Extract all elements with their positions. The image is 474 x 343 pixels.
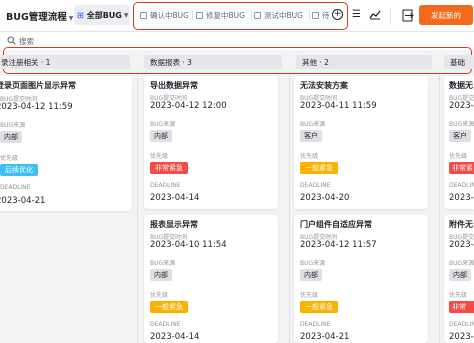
- bug-card[interactable]: 登录页面图片显示异常 BUG提交时间 2023-04-12 11:59 BUG来…: [0, 76, 132, 211]
- field-label: DEADLINE: [449, 321, 474, 328]
- bug-card[interactable]: 门户组件自适应异常 BUG提交时间 2023-04-12 11:57 BUG来源…: [294, 215, 428, 343]
- source-tag: 客户: [449, 130, 471, 142]
- column-header-login[interactable]: 录注册相关 · 1: [0, 55, 130, 69]
- priority-tag: 一般紧急: [300, 301, 338, 313]
- list-icon[interactable]: ☰: [352, 9, 361, 20]
- priority-tag: 后续优化: [0, 164, 38, 176]
- view-selector[interactable]: ⊞ 全部BUG ▼: [74, 5, 130, 25]
- deadline-value: 2023-04-21: [300, 332, 350, 342]
- field-label: 优先级: [300, 292, 319, 299]
- submit-time-value: 2023-04-12 11:57: [300, 240, 377, 250]
- toolbar-divider: [390, 8, 391, 24]
- table-icon: [196, 11, 203, 19]
- card-title: 门户组件自适应异常: [300, 220, 372, 229]
- field-label: BUG来源: [300, 121, 326, 128]
- column-divider: [137, 74, 138, 343]
- field-label: BUG来源: [449, 121, 474, 128]
- card-title: 附件无: [449, 220, 473, 229]
- field-label: BUG来源: [150, 121, 176, 128]
- bug-card[interactable]: 附件无 BUG提交时间 2023-0 BUG来源 内部 优先级 非常 DEADL…: [444, 215, 474, 343]
- search-icon: [7, 36, 16, 45]
- field-label: BUG来源: [0, 122, 26, 129]
- bug-card[interactable]: 无法安装方案 BUG提交时间 2023-04-11 11:59 BUG来源 客户…: [294, 76, 428, 209]
- bug-card[interactable]: 数据无 BUG提交时间 2023-0 BUG来源 客户 优先级 非常紧 DEAD…: [444, 76, 474, 209]
- deadline-value: 2023-0: [449, 193, 474, 203]
- field-label: DEADLINE: [150, 182, 181, 189]
- column-divider: [439, 74, 440, 343]
- field-label: 优先级: [449, 153, 468, 160]
- bug-card[interactable]: 导出数据异常 BUG提交时间 2023-04-12 12:00 BUG来源 内部…: [144, 76, 278, 209]
- source-tag: 内部: [150, 269, 172, 281]
- priority-tag: 非常紧: [449, 162, 474, 174]
- tab-divider: [192, 10, 193, 20]
- field-label: 优先级: [449, 292, 468, 299]
- priority-tag: 一般紧急: [300, 162, 338, 174]
- grid-icon: ⊞: [77, 10, 84, 20]
- source-tag: 客户: [300, 130, 322, 142]
- app-title-dropdown[interactable]: BUG管理流程 ▼: [6, 9, 73, 23]
- card-title: 登录页面图片显示异常: [0, 81, 76, 90]
- search-input[interactable]: [19, 34, 219, 48]
- field-label: 优先级: [150, 153, 169, 160]
- table-icon: [312, 11, 319, 19]
- tab-testing[interactable]: 测试中BUG: [254, 8, 306, 22]
- card-title: 无法安装方案: [300, 81, 348, 90]
- submit-time-value: 2023-04-10 11:54: [150, 240, 227, 250]
- tab-confirming[interactable]: 确认中BUG: [140, 8, 188, 22]
- top-bar: BUG管理流程 ▼ ⊞ 全部BUG ▼ 确认中BUG 修复中BUG 测试中BUG …: [0, 0, 474, 32]
- deadline-value: 2023-04-14: [150, 332, 200, 342]
- export-icon[interactable]: [402, 8, 414, 22]
- submit-time-value: 2023-0: [449, 240, 474, 250]
- table-icon: [140, 11, 147, 19]
- tab-divider: [309, 10, 310, 20]
- field-label: 优先级: [0, 155, 19, 162]
- priority-tag: 非常: [449, 301, 474, 313]
- deadline-value: 2023-04-20: [300, 193, 350, 203]
- field-label: DEADLINE: [300, 321, 331, 328]
- tab-fixing[interactable]: 修复中BUG: [196, 8, 248, 22]
- submit-time-value: 2023-0: [449, 101, 474, 111]
- priority-tag: 非常紧急: [150, 162, 188, 174]
- chevron-down-icon: ▼: [123, 11, 129, 19]
- submit-time-value: 2023-04-11 11:59: [300, 101, 377, 111]
- submit-time-value: 2023-04-12 12:00: [150, 101, 227, 111]
- view-label: 全部BUG: [86, 10, 122, 20]
- field-label: BUG来源: [150, 260, 176, 267]
- priority-tag: 一般紧急: [150, 301, 188, 313]
- table-icon: [254, 11, 261, 19]
- bug-card[interactable]: 报表显示异常 BUG提交时间 2023-04-10 11:54 BUG来源 内部…: [144, 215, 278, 343]
- submit-time-value: 2023-04-12 11:59: [0, 102, 73, 112]
- chevron-down-icon: ▼: [68, 15, 74, 22]
- create-new-button[interactable]: 发起新的: [419, 5, 473, 25]
- column-header-basic[interactable]: 基础: [444, 55, 474, 69]
- field-label: DEADLINE: [449, 182, 474, 189]
- field-label: DEADLINE: [0, 184, 31, 191]
- field-label: BUG来源: [449, 260, 474, 267]
- deadline-value: 2023-0: [449, 332, 474, 342]
- source-tag: 内部: [0, 131, 22, 143]
- column-header-reports[interactable]: 数据报表 · 3: [144, 55, 282, 69]
- field-label: DEADLINE: [150, 321, 181, 328]
- source-tag: 内部: [300, 269, 322, 281]
- tab-divider: [251, 10, 252, 20]
- field-label: DEADLINE: [300, 182, 331, 189]
- trend-chart-icon[interactable]: [369, 8, 381, 20]
- card-title: 导出数据异常: [150, 81, 198, 90]
- add-view-icon[interactable]: +: [332, 9, 343, 20]
- field-label: 优先级: [150, 292, 169, 299]
- deadline-value: 2023-04-21: [0, 196, 46, 206]
- source-tag: 内部: [449, 269, 471, 281]
- tab-pending[interactable]: 待: [312, 8, 330, 22]
- deadline-value: 2023-04-14: [150, 193, 200, 203]
- column-divider: [289, 74, 290, 343]
- source-tag: 内部: [150, 130, 172, 142]
- card-title: 数据无: [449, 81, 473, 90]
- field-label: 优先级: [300, 153, 319, 160]
- card-title: 报表显示异常: [150, 220, 198, 229]
- field-label: BUG来源: [300, 260, 326, 267]
- column-header-other[interactable]: 其他 · 2: [296, 55, 432, 69]
